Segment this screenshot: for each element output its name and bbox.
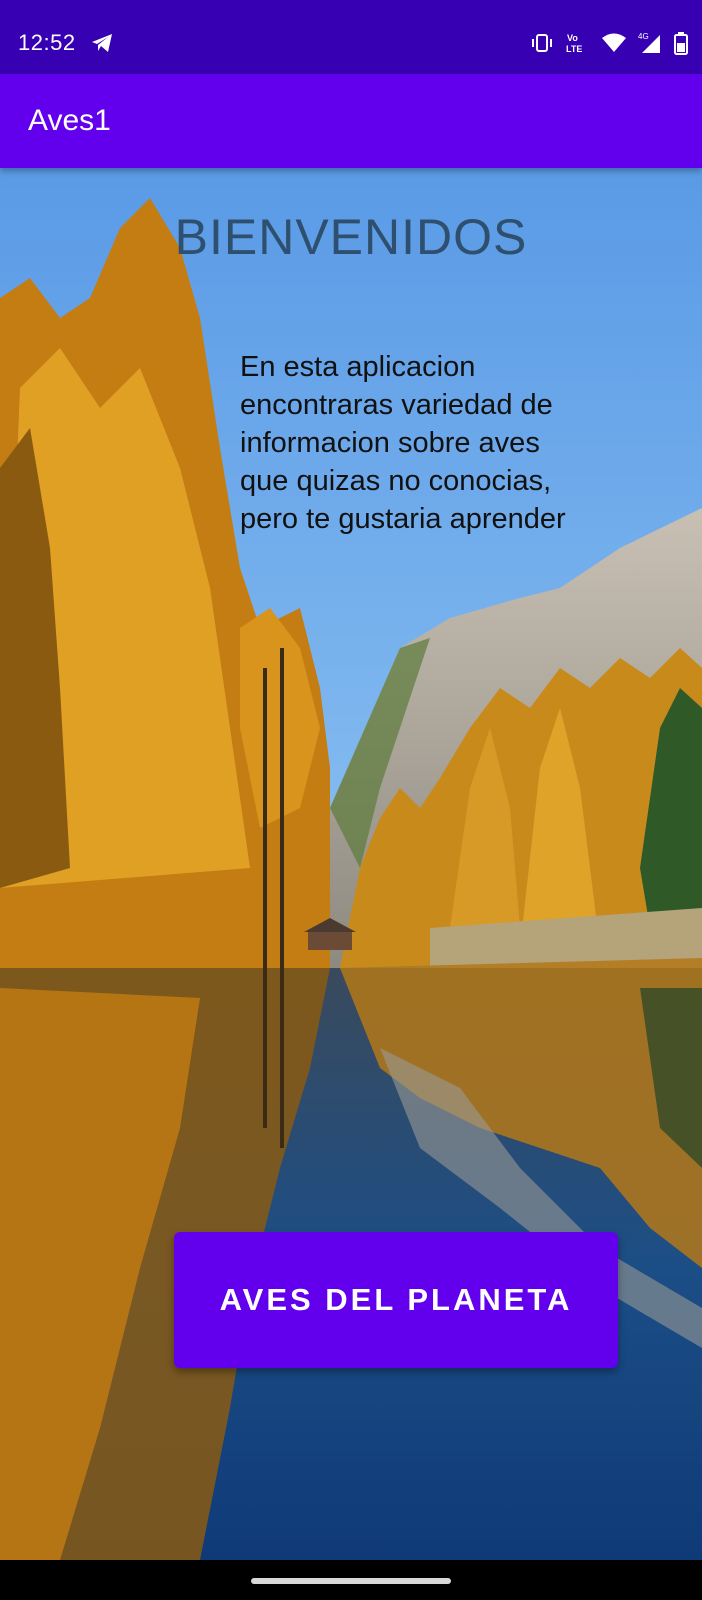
svg-text:LTE: LTE — [566, 44, 582, 54]
volte-icon: Vo LTE — [564, 31, 590, 55]
status-time: 12:52 — [18, 30, 76, 55]
status-bar: 12:52 Vo LTE 4G — [0, 0, 702, 74]
svg-text:Vo: Vo — [567, 33, 578, 43]
welcome-title: BIENVENIDOS — [174, 209, 528, 265]
gesture-handle[interactable] — [251, 1578, 451, 1584]
telegram-icon — [90, 32, 114, 54]
main-content: BIENVENIDOS En esta aplicacion encontrar… — [0, 168, 702, 1560]
vibrate-icon — [530, 32, 554, 54]
cell-signal-4g-icon: 4G — [638, 31, 664, 55]
battery-icon — [674, 31, 688, 55]
navigation-bar — [0, 1560, 702, 1600]
aves-del-planeta-button[interactable]: AVES DEL PLANETA — [174, 1232, 618, 1368]
status-icons: Vo LTE 4G — [530, 30, 688, 56]
app-title: Aves1 — [28, 104, 111, 137]
app-bar: Aves1 — [0, 74, 702, 168]
intro-description: En esta aplicacion encontraras variedad … — [240, 351, 566, 535]
svg-text:4G: 4G — [638, 32, 649, 41]
wifi-icon — [600, 32, 628, 54]
